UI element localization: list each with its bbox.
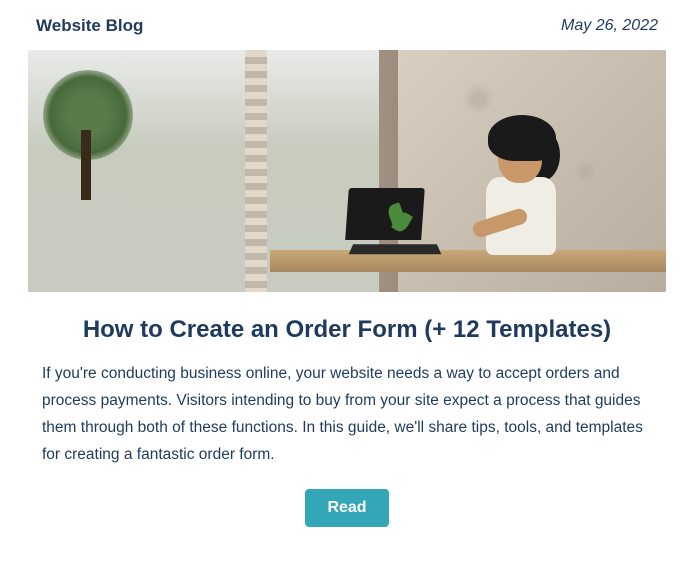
header: Website Blog May 26, 2022 — [28, 12, 666, 36]
hero-image — [28, 50, 666, 292]
button-container: Read — [42, 489, 652, 527]
blind-illustration — [245, 50, 267, 292]
brand-title: Website Blog — [36, 16, 143, 36]
read-button[interactable]: Read — [305, 489, 388, 527]
person-illustration — [466, 115, 576, 275]
tree-illustration — [43, 70, 133, 190]
article-description: If you're conducting business online, yo… — [42, 360, 652, 469]
plant-illustration — [385, 204, 407, 244]
article-content: How to Create an Order Form (+ 12 Templa… — [28, 292, 666, 527]
article-title: How to Create an Order Form (+ 12 Templa… — [42, 316, 652, 344]
publish-date: May 26, 2022 — [561, 17, 658, 35]
